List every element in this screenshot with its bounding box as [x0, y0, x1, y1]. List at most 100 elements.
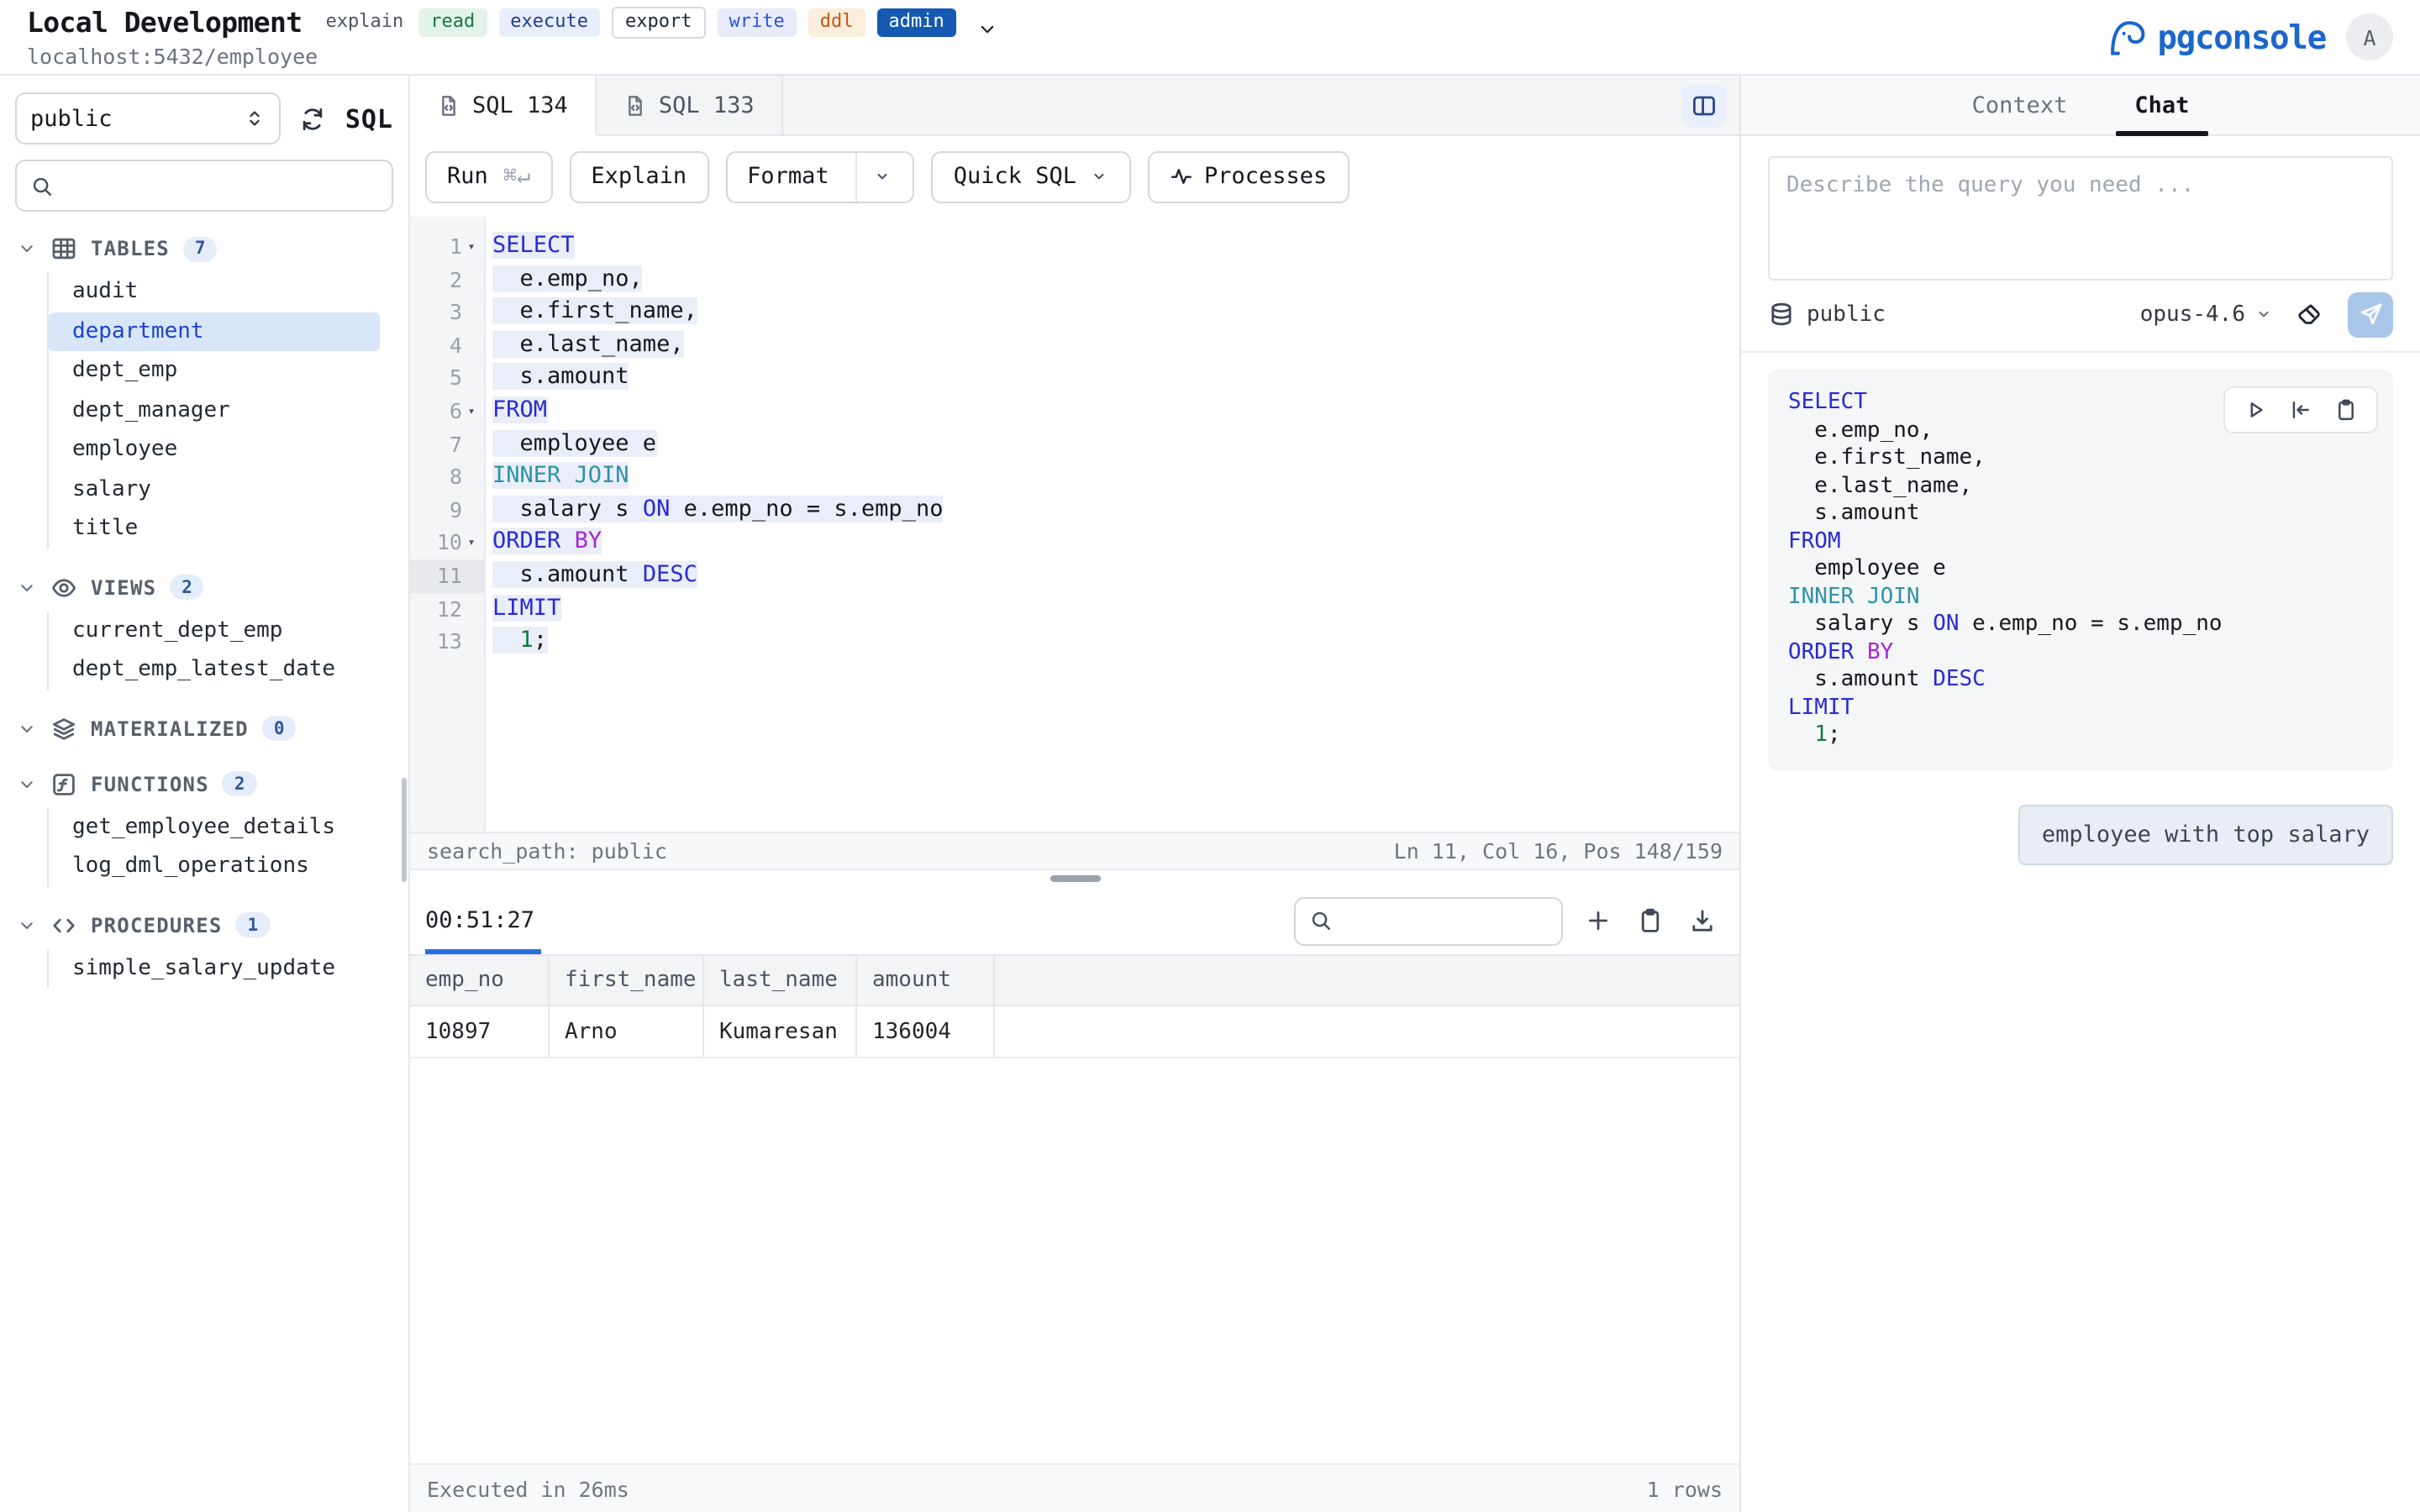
code-line-2[interactable]: 2 e.emp_no, [410, 263, 1739, 296]
run-label: Run [447, 163, 488, 190]
assistant-code-line: FROM [1788, 528, 2373, 556]
sidebar-item-audit[interactable]: audit [49, 272, 380, 312]
assistant-code-line: e.first_name, [1788, 445, 2373, 473]
sidebar-scrollbar-thumb[interactable] [401, 778, 406, 882]
schema-select[interactable]: public [15, 92, 281, 144]
fold-marker-icon[interactable]: ▾ [462, 395, 481, 428]
table-header-row: emp_nofirst_namelast_nameamount [410, 954, 1739, 1006]
pulse-icon [1169, 165, 1192, 188]
app-header: Local Development explainreadexecuteexpo… [0, 0, 2420, 76]
sidebar-item-department[interactable]: department [49, 312, 380, 351]
user-avatar[interactable]: A [2346, 13, 2393, 60]
fold-marker-icon[interactable]: ▾ [462, 527, 481, 559]
drag-handle[interactable] [1050, 875, 1100, 882]
fold-marker-icon[interactable]: ▾ [462, 230, 481, 263]
assistant-code-line: s.amount [1788, 501, 2373, 528]
code-line-5[interactable]: 5 s.amount [410, 362, 1739, 395]
sidebar-section-tables[interactable]: TABLES7 [15, 232, 393, 265]
clear-chat-button[interactable] [2296, 301, 2323, 328]
quick-sql-label: Quick SQL [954, 163, 1076, 190]
sidebar-search[interactable] [15, 160, 393, 212]
run-button[interactable]: Run ⌘↵ [425, 150, 552, 202]
assistant-tab-context[interactable]: Context [1969, 76, 2071, 134]
format-chevron-icon[interactable] [873, 166, 893, 186]
assistant-code-line: LIMIT [1788, 695, 2373, 722]
copy-results-button[interactable] [1634, 902, 1667, 939]
line-number: 7 [450, 428, 462, 460]
column-header-amount[interactable]: amount [857, 956, 995, 1005]
connection-menu-chevron-icon[interactable] [976, 18, 998, 40]
copy-snippet-icon[interactable] [2334, 398, 2358, 422]
line-number: 5 [450, 362, 462, 395]
sidebar-section-views[interactable]: VIEWS2 [15, 570, 393, 604]
line-number: 6 [450, 395, 462, 428]
result-tab-timer[interactable]: 00:51:27 [425, 887, 534, 954]
refresh-schema-icon[interactable] [300, 105, 327, 132]
column-header-emp_no[interactable]: emp_no [410, 956, 550, 1005]
eye-icon [50, 574, 77, 601]
sidebar-section-functions[interactable]: FUNCTIONS2 [15, 767, 393, 801]
code-icon [50, 911, 77, 938]
func-icon [50, 770, 77, 797]
model-select-value[interactable]: opus-4.6 [2140, 302, 2245, 327]
add-result-tab-button[interactable] [1581, 902, 1615, 939]
code-line-4[interactable]: 4 e.last_name, [410, 329, 1739, 362]
table-row[interactable]: 10897ArnoKumaresan136004 [410, 1006, 1739, 1058]
results-search-input[interactable] [1343, 906, 1548, 935]
tag-admin: admin [877, 8, 956, 37]
chat-input[interactable] [1770, 158, 2391, 279]
sidebar-item-log_dml_operations[interactable]: log_dml_operations [49, 847, 380, 886]
tab-sql-133[interactable]: SQL 133 [597, 76, 783, 134]
code-line-7[interactable]: 7 employee e [410, 428, 1739, 460]
quick-sql-chevron-icon [1088, 166, 1108, 186]
tab-sql-134[interactable]: SQL 134 [410, 76, 597, 136]
sql-editor[interactable]: 1▾SELECT2 e.emp_no,3 e.first_name,4 e.la… [410, 217, 1739, 832]
sidebar-item-dept_manager[interactable]: dept_manager [49, 391, 380, 430]
code-line-9[interactable]: 9 salary s ON e.emp_no = s.emp_no [410, 494, 1739, 527]
sidebar-item-salary[interactable]: salary [49, 470, 380, 509]
panel-resizer[interactable] [410, 870, 1739, 887]
section-label: VIEWS [91, 575, 156, 599]
sidebar-item-dept_emp_latest_date[interactable]: dept_emp_latest_date [49, 650, 380, 690]
sidebar-item-title[interactable]: title [49, 509, 380, 549]
pgconsole-app: Local Development explainreadexecuteexpo… [0, 0, 2420, 1512]
code-line-6[interactable]: 6▾FROM [410, 395, 1739, 428]
sidebar-search-input[interactable] [64, 171, 378, 200]
model-chevron-icon[interactable] [2254, 304, 2274, 324]
code-line-12[interactable]: 12LIMIT [410, 592, 1739, 625]
processes-button[interactable]: Processes [1147, 150, 1349, 202]
code-line-8[interactable]: 8INNER JOIN [410, 460, 1739, 493]
sidebar-item-simple_salary_update[interactable]: simple_salary_update [49, 948, 380, 988]
quick-sql-button[interactable]: Quick SQL [932, 150, 1130, 202]
sidebar-item-current_dept_emp[interactable]: current_dept_emp [49, 611, 380, 650]
section-chevron-icon [17, 915, 37, 935]
code-line-3[interactable]: 3 e.first_name, [410, 296, 1739, 328]
insert-to-editor-icon[interactable] [2289, 398, 2312, 422]
sidebar-item-employee[interactable]: employee [49, 430, 380, 470]
column-header-last_name[interactable]: last_name [704, 956, 857, 1005]
sidebar-item-get_employee_details[interactable]: get_employee_details [49, 807, 380, 847]
results-search[interactable] [1294, 896, 1563, 945]
split-view-button[interactable] [1682, 83, 1726, 127]
assistant-tabbar: Context Chat [1741, 76, 2420, 136]
code-line-10[interactable]: 10▾ORDER BY [410, 527, 1739, 559]
sidebar-item-dept_emp[interactable]: dept_emp [49, 351, 380, 391]
chat-input-box[interactable] [1768, 156, 2393, 281]
download-results-button[interactable] [1686, 902, 1719, 939]
code-line-13[interactable]: 13 1; [410, 625, 1739, 658]
explain-button[interactable]: Explain [569, 150, 708, 202]
run-snippet-icon[interactable] [2244, 398, 2267, 422]
line-number: 8 [450, 460, 462, 493]
column-header-first_name[interactable]: first_name [550, 956, 704, 1005]
tag-export: export [612, 6, 706, 39]
sidebar-section-procedures[interactable]: PROCEDURES1 [15, 908, 393, 942]
code-line-11[interactable]: 11 s.amount DESC [410, 559, 1739, 592]
user-chat-bubble: employee with top salary [2018, 804, 2393, 864]
code-line-1[interactable]: 1▾SELECT [410, 230, 1739, 263]
search-path-status: search_path: public [427, 838, 667, 864]
connection-url: localhost:5432/employee [27, 44, 998, 69]
format-button[interactable]: Format [725, 150, 915, 202]
send-button[interactable] [2348, 291, 2393, 337]
sidebar-section-materialized[interactable]: MATERIALIZED0 [15, 711, 393, 745]
assistant-tab-chat[interactable]: Chat [2131, 76, 2192, 134]
